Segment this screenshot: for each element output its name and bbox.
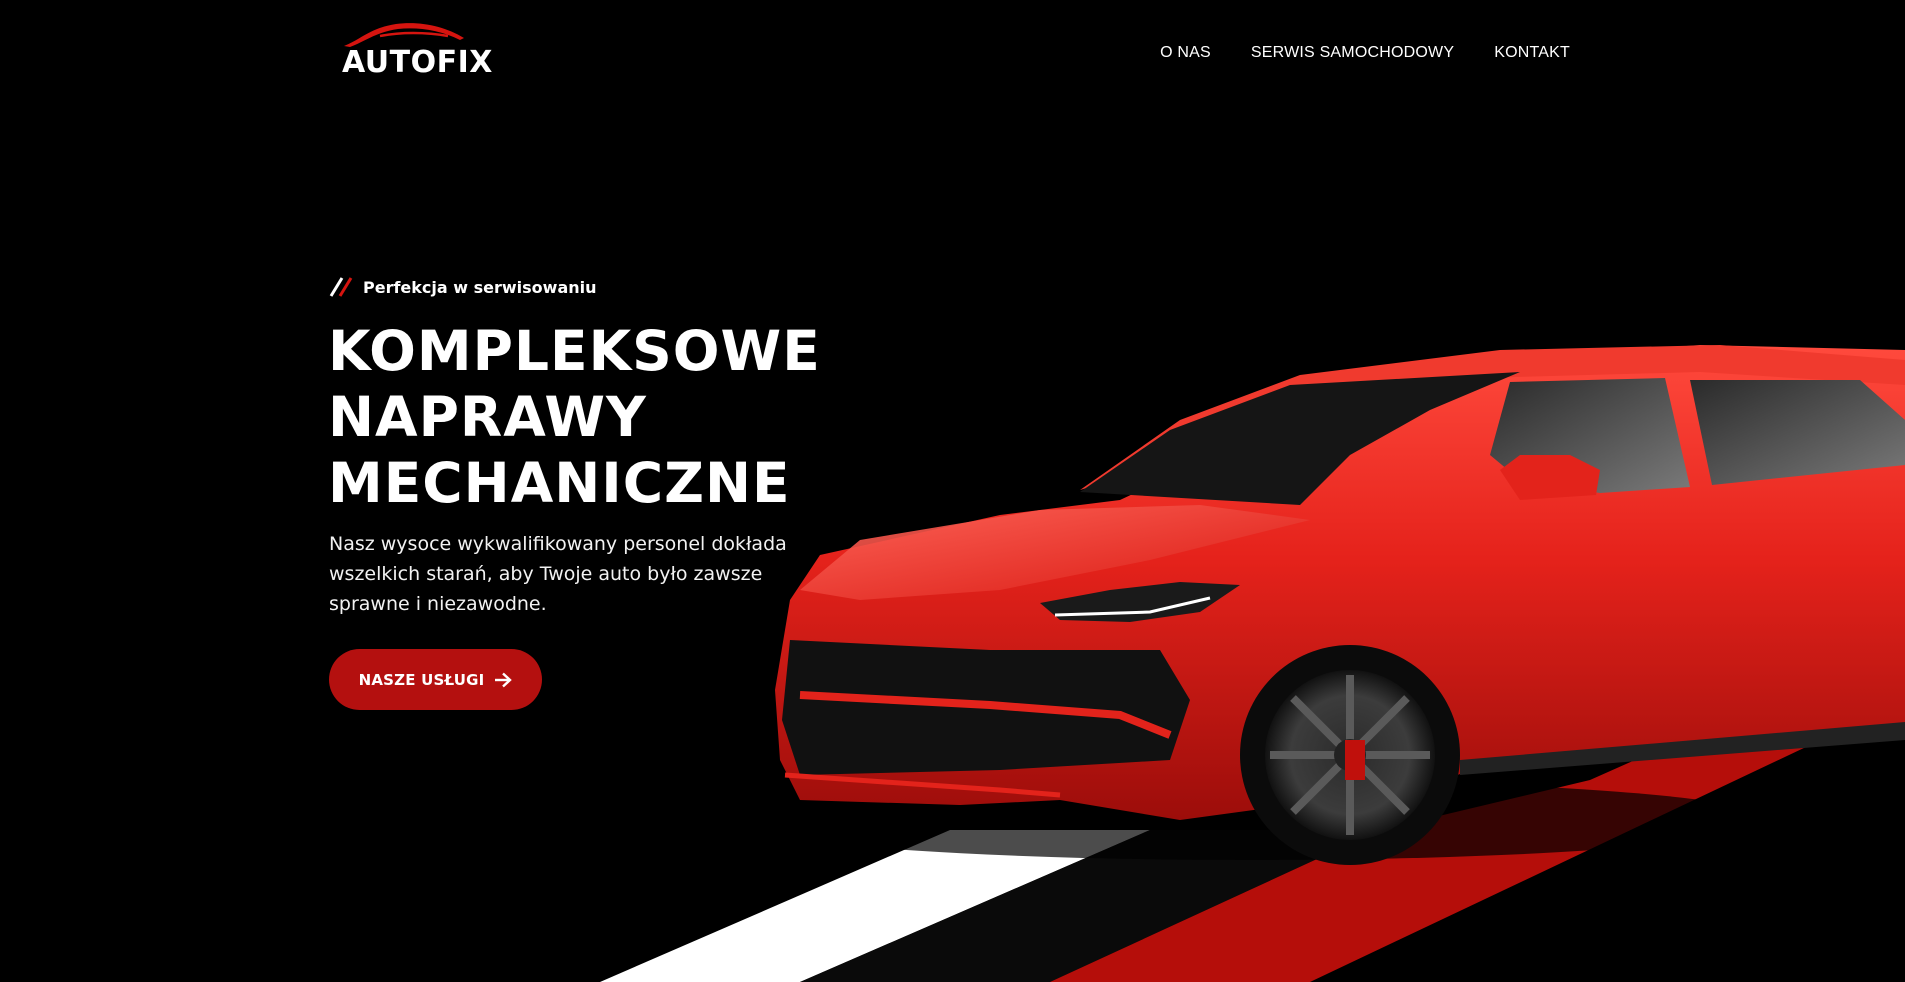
- car-headlight: [1040, 582, 1240, 622]
- road-stripe-red: [1050, 640, 1905, 982]
- nav-item-kontakt[interactable]: KONTAKT: [1494, 44, 1570, 62]
- car-front-wheel: [1240, 645, 1460, 865]
- road-stripe-white: [600, 830, 1150, 982]
- nav-item-serwis-samochodowy[interactable]: SERWIS SAMOCHODOWY: [1251, 44, 1454, 62]
- hero-description: Nasz wysoce wykwalifikowany personel dok…: [329, 533, 787, 615]
- car-windshield: [1080, 372, 1520, 505]
- brand-logo[interactable]: AUTOFIX: [340, 20, 492, 82]
- services-button-label: NASZE USŁUGI: [358, 670, 485, 689]
- hero-tagline: Perfekcja w serwisowaniu: [329, 276, 597, 298]
- car-body: [775, 345, 1905, 820]
- services-button[interactable]: NASZE USŁUGI: [329, 649, 542, 710]
- hero-car-image: [600, 345, 1905, 982]
- brand-name: AUTOFIX: [342, 45, 493, 80]
- road-stripe-black: [800, 830, 1380, 982]
- nav-item-o-nas[interactable]: O NAS: [1160, 44, 1211, 62]
- arrow-right-icon: [495, 672, 513, 687]
- hero-title: KOMPLEKSOWE NAPRAWY MECHANICZNE: [328, 318, 848, 516]
- hero-title-line-3: MECHANICZNE: [328, 451, 791, 515]
- main-nav: O NAS SERWIS SAMOCHODOWY KONTAKT: [1160, 44, 1570, 62]
- hero-title-line-2: NAPRAWY: [328, 385, 647, 449]
- page: AUTOFIX O NAS SERWIS SAMOCHODOWY KONTAKT…: [0, 0, 1905, 982]
- hero-title-line-1: KOMPLEKSOWE: [328, 319, 821, 383]
- double-slash-icon: [329, 277, 353, 297]
- car-grille: [782, 640, 1190, 775]
- hero-tagline-text: Perfekcja w serwisowaniu: [363, 277, 597, 297]
- car-side-window: [1490, 378, 1690, 493]
